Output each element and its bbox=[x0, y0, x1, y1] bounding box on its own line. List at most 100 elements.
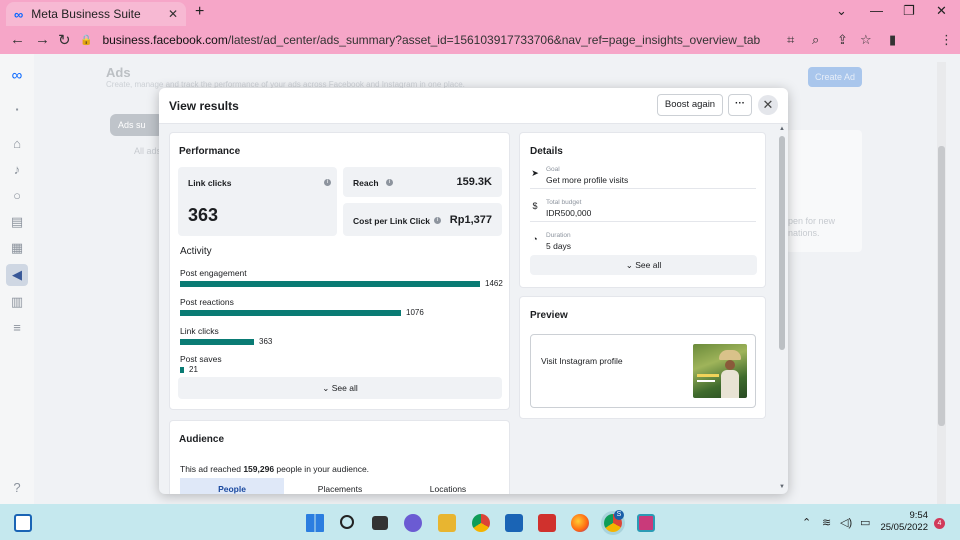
restore-icon[interactable]: ❐ bbox=[903, 3, 915, 19]
reload-icon[interactable]: ↻ bbox=[58, 31, 71, 49]
audience-card: Audience This ad reached 159,296 people … bbox=[169, 420, 510, 494]
search-icon[interactable] bbox=[340, 515, 354, 529]
battery-icon[interactable]: ▭ bbox=[860, 516, 870, 529]
activity-value: 21 bbox=[189, 365, 198, 374]
back-arrow-icon[interactable]: ← bbox=[10, 31, 25, 48]
volume-icon[interactable]: ◁) bbox=[840, 516, 852, 529]
file-explorer-icon[interactable] bbox=[438, 514, 456, 532]
performance-card: Performance Link clicks i 363 Reach i 15… bbox=[169, 132, 510, 410]
subline-shape bbox=[697, 380, 715, 382]
firefox-icon[interactable] bbox=[571, 514, 589, 532]
tab-locations[interactable]: Locations bbox=[396, 478, 500, 494]
windows-taskbar: S ⌃ ≋ ◁) ▭ 9:54 25/05/2022 4 bbox=[0, 504, 960, 540]
mail-icon[interactable] bbox=[505, 514, 523, 532]
address-bar-row: ← → ↻ 🔒 business.facebook.com /latest/ad… bbox=[0, 26, 960, 75]
activity-label: Post engagement bbox=[180, 268, 247, 278]
activity-value: 1076 bbox=[406, 308, 424, 317]
tab-placements[interactable]: Placements bbox=[288, 478, 392, 494]
details-title: Details bbox=[530, 146, 563, 157]
bookmark-star-icon[interactable]: ☆ bbox=[860, 32, 872, 48]
cost-per-click-label: Cost per Link Click bbox=[353, 216, 430, 226]
scroll-down-icon[interactable]: ▼ bbox=[778, 484, 786, 490]
activity-title: Activity bbox=[180, 246, 212, 257]
duration-key: Duration bbox=[546, 232, 571, 239]
ad-preview[interactable]: Visit Instagram profile bbox=[530, 334, 756, 408]
notification-badge[interactable]: 4 bbox=[934, 518, 945, 529]
info-icon[interactable]: i bbox=[386, 179, 393, 186]
page-scrollbar-thumb[interactable] bbox=[938, 146, 945, 426]
taskview-widget-icon[interactable] bbox=[14, 514, 32, 532]
content-icon[interactable]: ▤ bbox=[9, 214, 25, 230]
tab-title: Meta Business Suite bbox=[31, 7, 141, 21]
side-panel-icon[interactable]: ▮ bbox=[889, 32, 896, 48]
audience-summary: This ad reached 159,296 people in your a… bbox=[180, 464, 369, 474]
activity-bar bbox=[180, 339, 254, 345]
audience-text-suffix: people in your audience. bbox=[274, 464, 370, 474]
more-options-button[interactable]: ··· bbox=[728, 94, 752, 116]
all-ads-link[interactable]: All ads bbox=[134, 146, 161, 156]
share-icon[interactable]: ⇪ bbox=[837, 32, 848, 48]
budget-value: IDR500,000 bbox=[546, 208, 592, 218]
modal-close-button[interactable]: ✕ bbox=[758, 95, 778, 115]
insights-icon[interactable]: ▥ bbox=[9, 294, 25, 310]
activity-label: Link clicks bbox=[180, 326, 219, 336]
chat-icon[interactable]: ○ bbox=[9, 188, 25, 204]
snipping-tool-icon[interactable] bbox=[637, 514, 655, 532]
ads-megaphone-icon[interactable]: ◀ bbox=[6, 264, 28, 286]
page-avatar-icon[interactable]: ▪ bbox=[9, 102, 25, 118]
dollar-icon: $ bbox=[532, 201, 538, 211]
ads-summary-pill[interactable]: Ads su bbox=[110, 114, 164, 136]
home-icon[interactable]: ⌂ bbox=[9, 136, 25, 152]
activity-bar bbox=[180, 310, 401, 316]
menu-kebab-icon[interactable]: ⋮ bbox=[940, 32, 953, 48]
planner-icon[interactable]: ▦ bbox=[9, 240, 25, 256]
new-tab-button[interactable]: + bbox=[195, 3, 204, 21]
wifi-icon[interactable]: ≋ bbox=[822, 516, 831, 529]
modal-scrollbar[interactable]: ▲ ▼ bbox=[778, 126, 786, 492]
activity-label: Post saves bbox=[180, 354, 222, 364]
forward-arrow-icon[interactable]: → bbox=[35, 31, 50, 48]
info-icon[interactable]: i bbox=[434, 217, 441, 224]
scroll-up-icon[interactable]: ▲ bbox=[778, 126, 786, 132]
chevron-down-icon: ⌄ bbox=[625, 260, 633, 270]
menu-icon[interactable]: ≡ bbox=[9, 320, 25, 336]
page-scrollbar[interactable] bbox=[937, 62, 946, 504]
meta-logo-icon[interactable]: ∞ bbox=[9, 68, 25, 84]
chrome-icon[interactable] bbox=[472, 514, 490, 532]
see-all-label: See all bbox=[635, 260, 662, 270]
ad-creative-image bbox=[693, 344, 747, 398]
create-ad-button[interactable]: Create Ad bbox=[808, 67, 862, 87]
tab-people[interactable]: People bbox=[180, 478, 284, 494]
info-icon[interactable]: i bbox=[324, 179, 331, 186]
headline-shape bbox=[697, 374, 719, 377]
minimize-icon[interactable]: — bbox=[870, 3, 883, 18]
preview-title: Preview bbox=[530, 310, 568, 321]
zoom-icon[interactable]: ⌕ bbox=[812, 32, 819, 48]
chat-teams-icon[interactable] bbox=[404, 514, 422, 532]
tray-chevron-up-icon[interactable]: ⌃ bbox=[802, 516, 811, 529]
help-icon[interactable]: ? bbox=[9, 480, 25, 496]
background-text-1: pen for new bbox=[788, 216, 836, 226]
tab-close-icon[interactable]: ✕ bbox=[168, 7, 178, 21]
activity-value: 1462 bbox=[485, 279, 503, 288]
browser-tab-strip: ∞ Meta Business Suite ✕ + ⌄ — ❐ ✕ bbox=[0, 0, 960, 26]
hat-shape bbox=[719, 350, 741, 360]
wps-office-icon[interactable] bbox=[538, 514, 556, 532]
tab-list-chevron-icon[interactable]: ⌄ bbox=[836, 3, 847, 19]
bell-icon[interactable]: ♪ bbox=[9, 162, 25, 178]
window-close-icon[interactable]: ✕ bbox=[936, 3, 947, 19]
modal-scrollbar-thumb[interactable] bbox=[779, 136, 785, 350]
details-see-all-button[interactable]: ⌄ See all bbox=[530, 255, 757, 275]
cursor-arrow-icon: ➤ bbox=[531, 168, 539, 178]
system-clock[interactable]: 9:54 25/05/2022 bbox=[880, 510, 928, 534]
page-title: Ads bbox=[106, 65, 131, 80]
windows-start-icon[interactable] bbox=[306, 514, 324, 532]
performance-title: Performance bbox=[179, 146, 241, 157]
url-field[interactable]: 🔒 business.facebook.com /latest/ad_cente… bbox=[80, 29, 780, 51]
task-view-icon[interactable] bbox=[372, 516, 388, 530]
browser-tab[interactable]: ∞ Meta Business Suite ✕ bbox=[6, 2, 186, 26]
boost-again-button[interactable]: Boost again bbox=[657, 94, 723, 116]
translate-icon[interactable]: ⌗ bbox=[787, 32, 794, 48]
performance-see-all-button[interactable]: ⌄ See all bbox=[178, 377, 502, 399]
audience-text-prefix: This ad reached bbox=[180, 464, 244, 474]
